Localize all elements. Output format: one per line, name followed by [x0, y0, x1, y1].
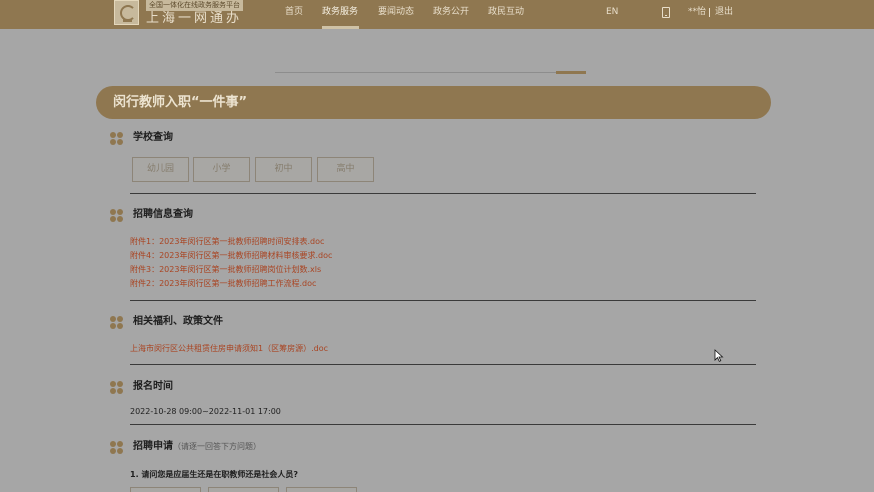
- section-title-apply-text: 招聘申请: [133, 441, 173, 452]
- policy-file-link[interactable]: 上海市闵行区公共租赁住房申请须知1（区筹房源）.doc: [130, 343, 328, 354]
- page-title-banner: 闵行教师入职“一件事”: [96, 86, 771, 119]
- section-title-apply: 招聘申请（请逐一回答下方问题）: [133, 440, 261, 454]
- nav-item-home[interactable]: 首页: [285, 0, 303, 29]
- logo-subtitle: 全国一体化在线政务服务平台: [146, 0, 243, 11]
- logout-link[interactable]: 退出: [715, 0, 733, 25]
- logo-title: 上海一网通办: [146, 11, 243, 26]
- school-button-senior[interactable]: 高中: [317, 157, 374, 182]
- attachment-link[interactable]: 附件4：2023年闵行区第一批教师招聘材料审核要求.doc: [130, 250, 332, 261]
- answer-option[interactable]: [286, 487, 357, 492]
- section-divider: [130, 424, 756, 425]
- nav-item-news[interactable]: 要闻动态: [378, 0, 414, 29]
- section-title-school: 学校查询: [133, 132, 173, 143]
- answer-option[interactable]: [208, 487, 279, 492]
- page-title: 闵行教师入职“一件事”: [113, 95, 248, 110]
- question-1: 1. 请问您是应届生还是在职教师还是社会人员?: [130, 470, 299, 479]
- clover-icon: [110, 316, 124, 330]
- signup-time-value: 2022-10-28 09:00~2022-11-01 17:00: [130, 407, 281, 416]
- progress-track: [275, 72, 586, 73]
- school-button-junior[interactable]: 初中: [255, 157, 312, 182]
- attachment-link[interactable]: 附件3：2023年闵行区第一批教师招聘岗位计划数.xls: [130, 264, 321, 275]
- section-divider: [130, 364, 756, 365]
- site-logo[interactable]: 全国一体化在线政务服务平台 上海一网通办: [114, 0, 244, 26]
- top-navigation-bar: 全国一体化在线政务服务平台 上海一网通办 首页 政务服务 要闻动态 政务公开 政…: [0, 0, 874, 29]
- section-title-signup-time: 报名时间: [133, 381, 173, 392]
- clover-icon: [110, 132, 124, 146]
- section-title-recruit-info: 招聘信息查询: [133, 209, 193, 220]
- nav-active-indicator: [322, 26, 359, 29]
- section-divider: [130, 193, 756, 194]
- school-button-primary[interactable]: 小学: [193, 157, 250, 182]
- clover-icon: [110, 209, 124, 223]
- school-button-kindergarten[interactable]: 幼儿园: [132, 157, 189, 182]
- logo-emblem-icon: [114, 0, 139, 25]
- attachment-link[interactable]: 附件1：2023年闵行区第一批教师招聘时间安排表.doc: [130, 236, 324, 247]
- nav-item-interaction[interactable]: 政民互动: [488, 0, 524, 29]
- answer-option[interactable]: [130, 487, 201, 492]
- clover-icon: [110, 381, 124, 395]
- language-switch-button[interactable]: EN: [606, 0, 618, 25]
- user-name-link[interactable]: **怡: [688, 0, 706, 25]
- mobile-phone-icon[interactable]: [662, 7, 670, 18]
- section-divider: [130, 300, 756, 301]
- section-title-welfare: 相关福利、政策文件: [133, 316, 223, 327]
- clover-icon: [110, 441, 124, 455]
- nav-item-gov-services[interactable]: 政务服务: [322, 0, 358, 29]
- attachment-link[interactable]: 附件2：2023年闵行区第一批教师招聘工作流程.doc: [130, 278, 316, 289]
- progress-fill: [556, 71, 586, 74]
- mouse-pointer-icon: [714, 349, 724, 362]
- header-separator: [709, 8, 710, 17]
- nav-item-gov-open[interactable]: 政务公开: [433, 0, 469, 29]
- section-hint: （请逐一回答下方问题）: [173, 442, 261, 451]
